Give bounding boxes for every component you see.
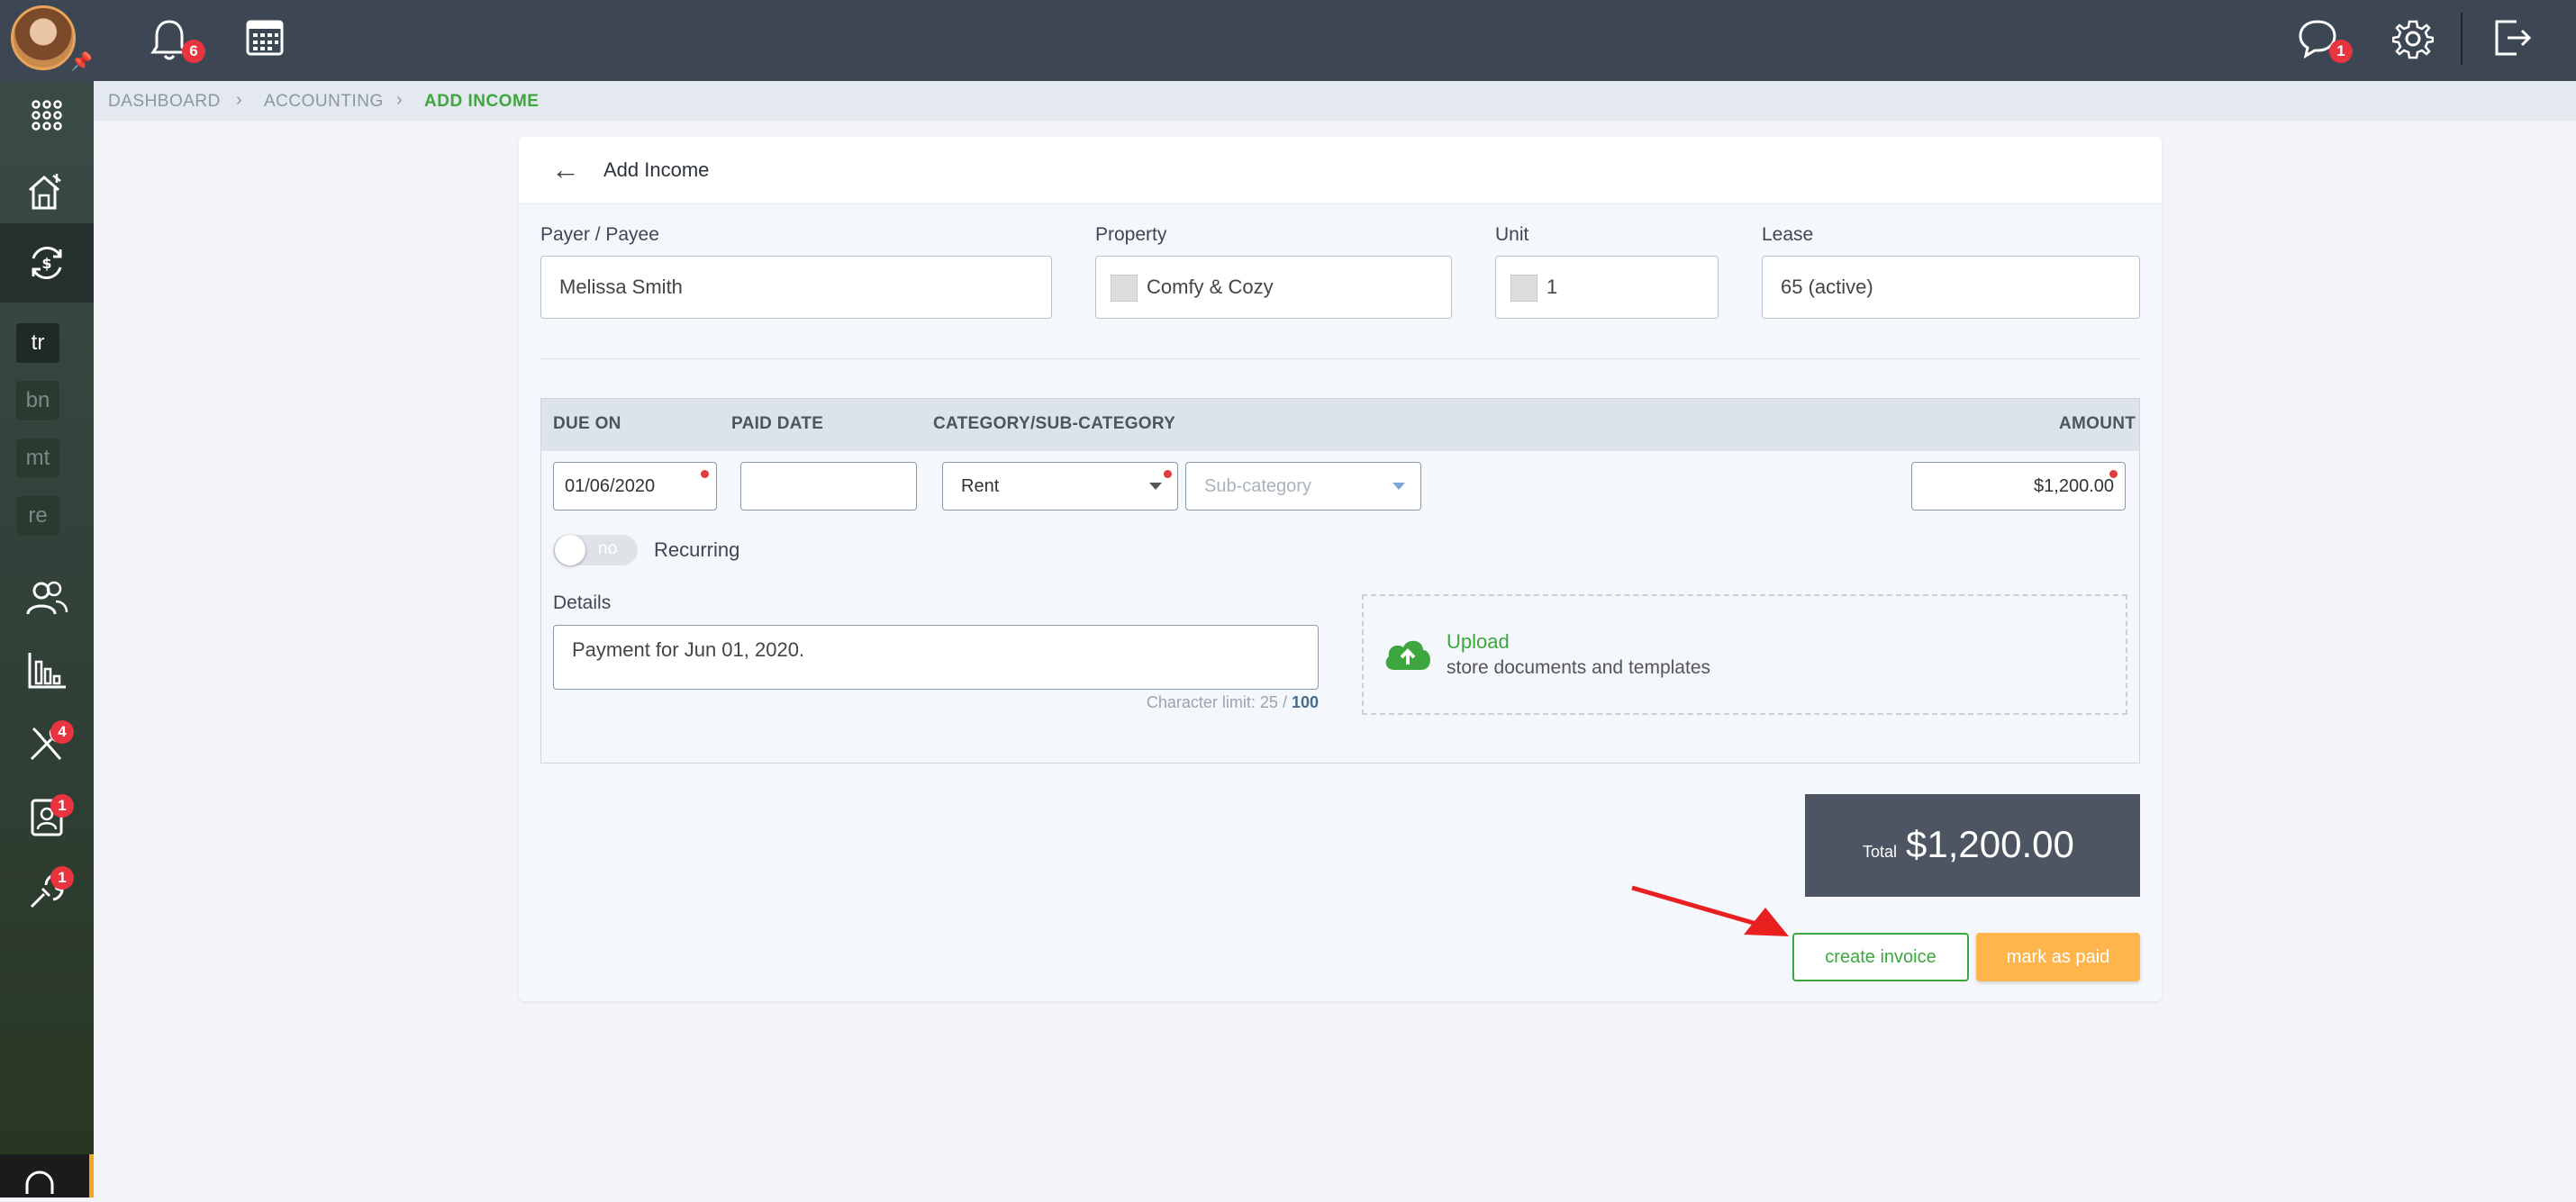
header-amount: AMOUNT	[2059, 414, 2136, 433]
back-arrow-icon[interactable]: ←	[551, 153, 580, 186]
unit-label: Unit	[1495, 224, 1529, 245]
lease-label: Lease	[1762, 224, 1814, 245]
header-due-on: DUE ON	[553, 414, 621, 433]
breadcrumb-accounting[interactable]: ACCOUNTING	[264, 92, 384, 112]
accounting-icon[interactable]: $	[20, 236, 74, 290]
total-label: Total	[1863, 843, 1898, 861]
details-label: Details	[553, 592, 612, 613]
property-thumbnail	[1111, 275, 1138, 303]
upload-dropzone[interactable]	[1362, 594, 2127, 715]
subcategory-placeholder: Sub-category	[1204, 476, 1311, 496]
mark-as-paid-button[interactable]: mark as paid	[1976, 933, 2140, 981]
card-header	[519, 137, 2162, 204]
headset-icon[interactable]	[22, 1167, 58, 1202]
header-paid-date: PAID DATE	[731, 414, 824, 433]
lease-value: 65 (active)	[1781, 276, 1873, 298]
chevron-down-icon[interactable]	[1392, 483, 1405, 490]
payer-value: Melissa Smith	[559, 276, 683, 298]
subcategory-select[interactable]: Sub-category	[1185, 462, 1421, 511]
required-indicator	[1164, 470, 1172, 478]
calendar-icon[interactable]	[245, 18, 285, 62]
recurring-toggle-state: no	[598, 539, 618, 558]
notifications-badge: 6	[182, 40, 205, 63]
property-field[interactable]: Comfy & Cozy	[1095, 256, 1452, 319]
people-icon[interactable]	[20, 571, 74, 625]
contacts-badge: 1	[50, 794, 74, 818]
top-bar	[0, 0, 2576, 81]
amount-input[interactable]: $1,200.00	[1911, 462, 2126, 511]
unit-field[interactable]: 1	[1495, 256, 1719, 319]
chevron-down-icon[interactable]	[1149, 483, 1162, 490]
sidebar-abbr-mt[interactable]: mt	[16, 438, 59, 478]
total-box: Total $1,200.00	[1805, 794, 2140, 897]
required-indicator	[701, 470, 709, 478]
svg-text:$: $	[41, 255, 51, 272]
paid-date-input[interactable]	[740, 462, 917, 511]
gear-icon[interactable]	[2391, 18, 2435, 64]
due-on-input[interactable]: 01/06/2020	[553, 462, 717, 511]
upload-title[interactable]: Upload	[1447, 630, 1510, 654]
breadcrumb-add-income: ADD INCOME	[424, 92, 540, 111]
page-title: Add Income	[603, 158, 710, 181]
tools-badge: 1	[50, 866, 74, 890]
logout-icon[interactable]	[2491, 16, 2533, 64]
create-invoice-button[interactable]: create invoice	[1792, 933, 1969, 981]
required-indicator	[2109, 470, 2118, 478]
property-label: Property	[1095, 224, 1167, 245]
messages-badge: 1	[2329, 40, 2353, 63]
total-value: $1,200.00	[1906, 823, 2074, 865]
unit-thumbnail	[1510, 275, 1537, 303]
property-value: Comfy & Cozy	[1147, 276, 1274, 298]
topbar-divider	[2461, 13, 2463, 65]
category-select[interactable]: Rent	[942, 462, 1178, 511]
header-category: CATEGORY/SUB-CATEGORY	[933, 414, 1176, 433]
red-arrow-annotation	[1630, 884, 1792, 946]
char-limit-prefix: Character limit: 25 /	[1146, 693, 1292, 711]
reports-icon[interactable]	[20, 643, 74, 697]
avatar[interactable]	[11, 5, 76, 70]
chevron-right-icon: ›	[396, 90, 403, 110]
lease-field[interactable]: 65 (active)	[1762, 256, 2140, 319]
payer-field[interactable]: Melissa Smith	[540, 256, 1052, 319]
char-limit-max: 100	[1291, 693, 1319, 711]
payer-label: Payer / Payee	[540, 224, 659, 245]
sidebar-abbr-re[interactable]: re	[16, 496, 59, 536]
sidebar-abbr-bn[interactable]: bn	[16, 381, 59, 420]
apps-grid-icon[interactable]	[20, 88, 74, 142]
cloud-upload-icon[interactable]	[1382, 634, 1434, 676]
recurring-toggle-knob[interactable]	[555, 535, 585, 565]
pin-icon[interactable]: 📌	[70, 50, 93, 73]
chevron-right-icon: ›	[236, 90, 242, 110]
details-value: Payment for Jun 01, 2020.	[572, 638, 805, 661]
character-limit: Character limit: 25 / 100	[1063, 693, 1319, 712]
bell-icon[interactable]	[148, 16, 191, 68]
upload-subtitle: store documents and templates	[1447, 657, 1710, 678]
category-value: Rent	[961, 476, 1000, 496]
due-on-value: 01/06/2020	[565, 476, 656, 496]
divider	[540, 358, 2140, 359]
unit-value: 1	[1547, 276, 1558, 298]
sidebar-abbr-tr[interactable]: tr	[16, 323, 59, 363]
properties-icon[interactable]	[20, 164, 74, 218]
support-area[interactable]	[0, 1154, 94, 1197]
maintenance-badge: 4	[50, 720, 74, 744]
breadcrumb-dashboard[interactable]: DASHBOARD	[108, 92, 221, 112]
recurring-label: Recurring	[654, 538, 740, 561]
amount-value: $1,200.00	[2034, 476, 2114, 496]
details-input[interactable]: Payment for Jun 01, 2020.	[553, 625, 1319, 690]
